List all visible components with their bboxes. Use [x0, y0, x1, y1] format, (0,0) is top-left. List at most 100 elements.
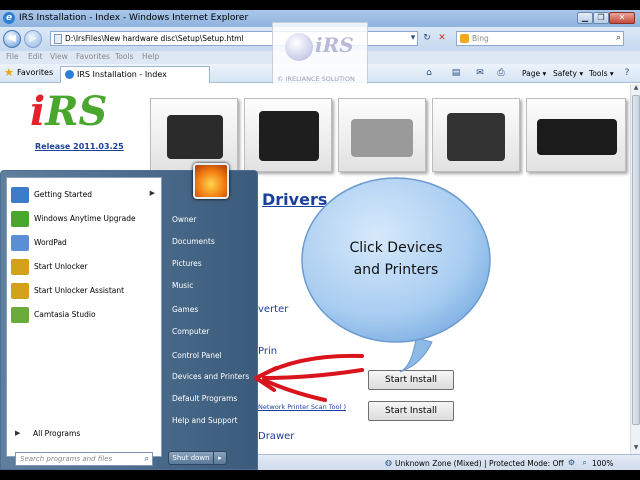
bing-icon [460, 34, 469, 43]
all-programs-label: All Programs [33, 429, 81, 438]
search-placeholder: Bing [472, 34, 489, 43]
watermark-brand: iRS [315, 33, 354, 57]
camtasia-icon [11, 307, 29, 323]
shut-down-button[interactable]: Shut down [168, 451, 214, 465]
unlocker-assistant-icon [11, 283, 29, 299]
tab-irs-installation[interactable]: IRS Installation - Index [60, 66, 210, 83]
product-label-printer[interactable] [338, 98, 426, 172]
release-link[interactable]: Release 2011.03.25 [35, 142, 124, 151]
menu-view[interactable]: View [50, 52, 68, 61]
stop-icon[interactable]: ✕ [436, 32, 448, 45]
mail-icon[interactable]: ✉ [475, 68, 485, 78]
search-box[interactable]: Bing ⌕ [456, 31, 624, 46]
getting-started-icon [11, 187, 29, 203]
close-button[interactable]: ✕ [609, 12, 635, 24]
security-zone-text: Unknown Zone (Mixed) | Protected Mode: O… [395, 459, 564, 468]
windows-flag-icon [11, 211, 29, 227]
callout-line-2: and Printers [354, 262, 439, 278]
home-icon[interactable]: ⌂ [424, 68, 434, 78]
status-bar: ◍ Unknown Zone (Mixed) | Protected Mode:… [258, 454, 640, 470]
program-label: Getting Started [34, 190, 92, 199]
maximize-button[interactable]: ❐ [593, 12, 609, 24]
page-menu[interactable]: Page ▾ [522, 69, 546, 78]
program-label: Start Unlocker [34, 262, 88, 271]
safety-menu[interactable]: Safety ▾ [553, 69, 583, 78]
screen: e IRS Installation - Index - Windows Int… [0, 10, 640, 470]
start-item-computer[interactable]: Computer [172, 327, 209, 336]
zoom-level[interactable]: 100% [592, 459, 613, 468]
program-start-unlocker-assistant[interactable]: Start Unlocker Assistant [7, 280, 161, 302]
watermark-globe-icon [285, 33, 313, 61]
user-avatar[interactable] [193, 163, 229, 199]
start-install-button-2[interactable]: Start Install [368, 401, 454, 421]
forward-button[interactable]: ▶ [24, 30, 42, 48]
zone-globe-icon: ◍ [385, 458, 392, 467]
start-menu-programs: Getting Started ▶ Windows Anytime Upgrad… [6, 177, 162, 457]
protected-mode-icon[interactable]: ⚙ [567, 458, 576, 467]
search-icon[interactable]: ⌕ [145, 454, 149, 464]
annotation-arrow [254, 353, 364, 402]
start-menu: Getting Started ▶ Windows Anytime Upgrad… [0, 163, 258, 470]
program-label: WordPad [34, 238, 67, 247]
product-thermal-printer-2[interactable] [244, 98, 332, 172]
callout-line-1: Click Devices [350, 240, 443, 256]
product-impact-printer[interactable] [432, 98, 520, 172]
program-getting-started[interactable]: Getting Started ▶ [7, 184, 161, 206]
menu-favorites[interactable]: Favorites [76, 52, 110, 61]
tab-ie-icon [65, 70, 74, 79]
scroll-down-icon[interactable]: ▼ [631, 444, 640, 454]
menu-file[interactable]: File [6, 52, 19, 61]
menu-edit[interactable]: Edit [28, 52, 43, 61]
favorites-button[interactable]: Favorites [17, 68, 53, 77]
favorites-star-icon[interactable]: ★ [4, 67, 16, 79]
program-label: Start Unlocker Assistant [34, 286, 125, 295]
start-item-help-and-support[interactable]: Help and Support [172, 416, 238, 425]
refresh-icon[interactable]: ↻ [421, 32, 433, 45]
program-camtasia-studio[interactable]: Camtasia Studio [7, 304, 161, 326]
program-label: Camtasia Studio [34, 310, 96, 319]
start-item-pictures[interactable]: Pictures [172, 259, 202, 268]
start-search-input[interactable]: Search programs and files ⌕ [15, 452, 153, 466]
scroll-thumb[interactable] [632, 95, 640, 425]
menu-help[interactable]: Help [142, 52, 159, 61]
program-label: Windows Anytime Upgrade [34, 214, 136, 223]
start-item-games[interactable]: Games [172, 305, 198, 314]
start-search-placeholder: Search programs and files [20, 455, 113, 463]
minimize-button[interactable]: ▁ [577, 12, 593, 24]
product-cash-drawer[interactable] [526, 98, 626, 172]
converter-text: verter [258, 304, 289, 315]
start-item-owner[interactable]: Owner [172, 215, 197, 224]
dropdown-icon[interactable]: ▾ [407, 32, 419, 45]
all-programs-button[interactable]: ▶ All Programs [7, 426, 161, 440]
program-wordpad[interactable]: WordPad [7, 232, 161, 254]
wordpad-icon [11, 235, 29, 251]
vertical-scrollbar[interactable]: ▲ ▼ [630, 84, 640, 454]
back-button[interactable]: ◀ [3, 30, 21, 48]
menu-tools[interactable]: Tools [115, 52, 133, 61]
logo-rs: RS [45, 88, 108, 135]
feeds-icon[interactable]: ▤ [451, 68, 461, 78]
program-start-unlocker[interactable]: Start Unlocker [7, 256, 161, 278]
shut-down-options-icon[interactable]: ▸ [214, 451, 227, 465]
print-icon[interactable]: ⎙ [496, 68, 506, 78]
product-thermal-printer-1[interactable] [150, 98, 238, 172]
start-item-default-programs[interactable]: Default Programs [172, 394, 237, 403]
page-icon [54, 34, 62, 44]
all-programs-arrow-icon: ▶ [15, 429, 21, 437]
zoom-icon[interactable]: ⌕ [580, 458, 589, 467]
url-text: D:\IrsFiles\New hardware disc\Setup\Setu… [65, 34, 244, 43]
start-item-documents[interactable]: Documents [172, 237, 215, 246]
tools-menu[interactable]: Tools ▾ [589, 69, 614, 78]
start-item-control-panel[interactable]: Control Panel [172, 351, 222, 360]
program-windows-anytime-upgrade[interactable]: Windows Anytime Upgrade [7, 208, 161, 230]
ie-icon: e [3, 12, 15, 24]
watermark: iRS © IRELIANCE SOLUTION [272, 22, 368, 86]
unlocker-wand-icon [11, 259, 29, 275]
drawer-text: Drawer [258, 431, 295, 442]
scroll-up-icon[interactable]: ▲ [631, 84, 640, 94]
start-item-music[interactable]: Music [172, 281, 193, 290]
logo-i: i [30, 88, 46, 135]
search-icon[interactable]: ⌕ [616, 33, 621, 43]
help-icon[interactable]: ? [622, 68, 632, 78]
tab-label: IRS Installation - Index [77, 70, 167, 79]
